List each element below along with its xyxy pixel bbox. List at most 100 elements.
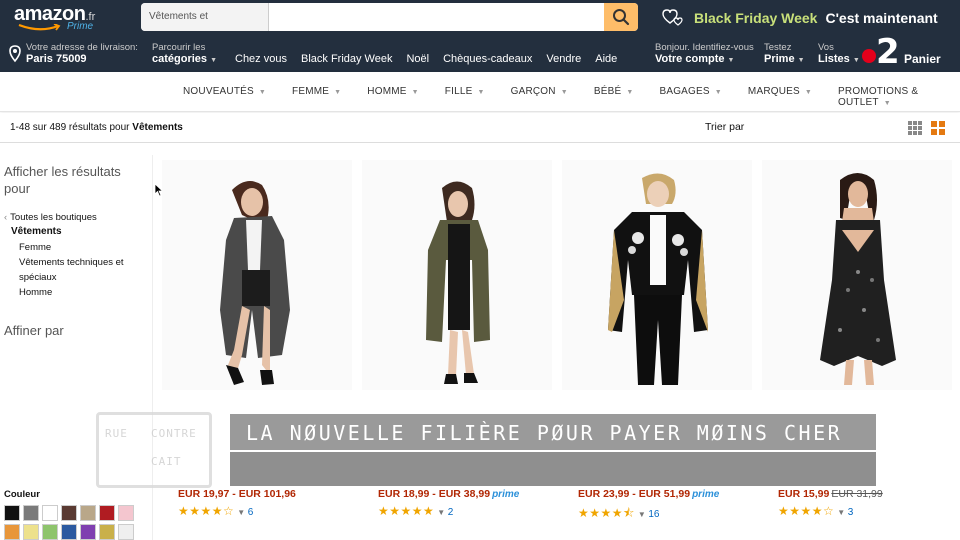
- nav-link-gift-cards[interactable]: Chèques-cadeaux: [443, 53, 532, 65]
- color-swatch[interactable]: [118, 524, 134, 540]
- amazon-logo[interactable]: amazon.fr Prime: [14, 3, 104, 33]
- cart-button[interactable]: 2 Panier: [862, 32, 952, 72]
- color-swatch[interactable]: [23, 524, 39, 540]
- search-button[interactable]: [604, 3, 638, 31]
- product-image[interactable]: [762, 160, 952, 390]
- product-price: EUR 19,97 - EUR 101,96: [178, 488, 296, 500]
- cart-label: Panier: [904, 52, 941, 66]
- refine-heading: Affiner par: [4, 323, 64, 338]
- nav-link-sell[interactable]: Vendre: [546, 53, 581, 65]
- search-bar: Vêtements et accessoires▼: [141, 3, 638, 31]
- dept-nouveautes[interactable]: NOUVEAUTÉS ▼: [183, 86, 266, 108]
- dept-marques[interactable]: MARQUES ▼: [748, 86, 812, 108]
- caret-down-icon: ▼: [837, 508, 846, 517]
- color-swatch[interactable]: [23, 505, 39, 521]
- account-menu[interactable]: Bonjour. Identifiez-vous Votre compte ▼: [655, 42, 754, 65]
- color-swatch[interactable]: [99, 524, 115, 540]
- black-friday-banner[interactable]: Black Friday Week C'est maintenant: [660, 6, 960, 30]
- search-category-dropdown[interactable]: Vêtements et accessoires▼: [141, 3, 269, 31]
- dept-promotions[interactable]: PROMOTIONS & OUTLET ▼: [838, 86, 934, 108]
- smile-arrow-icon: [18, 24, 61, 31]
- product-photo-cardigan: [220, 181, 290, 385]
- caret-down-icon: ▼: [437, 508, 446, 517]
- prime-value: Prime: [764, 53, 795, 65]
- product-photo-bomber-jacket: [608, 173, 708, 385]
- product-rating[interactable]: ★★★★★ ▼ 2: [378, 504, 453, 518]
- color-filter-label: Couleur: [4, 489, 40, 500]
- caret-down-icon: ▼: [210, 57, 218, 64]
- product-rating[interactable]: ★★★★⯪ ▼ 16: [578, 504, 659, 525]
- color-swatch[interactable]: [4, 505, 20, 521]
- dept-fille[interactable]: FILLE ▼: [445, 86, 485, 108]
- subcategory-technique[interactable]: Vêtements techniques et spéciaux: [19, 255, 129, 285]
- color-swatch[interactable]: [61, 524, 77, 540]
- prime-badge: prime: [692, 489, 720, 500]
- product-image[interactable]: [562, 160, 752, 390]
- review-count[interactable]: 16: [648, 509, 659, 520]
- nav-link-home[interactable]: Chez vous: [235, 53, 287, 65]
- color-swatch[interactable]: [80, 505, 96, 521]
- product-rating[interactable]: ★★★★☆ ▼ 3: [778, 504, 853, 518]
- review-count[interactable]: 3: [848, 507, 854, 518]
- nav-link-black-friday[interactable]: Black Friday Week: [301, 53, 393, 65]
- color-swatch[interactable]: [61, 505, 77, 521]
- subcategory-femme[interactable]: Femme: [19, 240, 129, 255]
- watermark-stamp: RUE CONTRE CAIT: [96, 412, 212, 488]
- delivery-address[interactable]: Votre adresse de livraison: Paris 75009: [8, 42, 138, 65]
- prime-menu[interactable]: Testez Prime ▼: [764, 42, 805, 65]
- product-photo-sequin-dress: [820, 173, 896, 385]
- account-label: Bonjour. Identifiez-vous: [655, 42, 754, 53]
- dept-garcon[interactable]: GARÇON ▼: [511, 86, 568, 108]
- dept-label: NOUVEAUTÉS: [183, 86, 254, 97]
- account-value: Votre compte: [655, 53, 725, 65]
- caption-text: LA NØUVELLE FILIÈRE PØUR PAYER MØINS CHE…: [246, 421, 843, 445]
- sort-dropdown[interactable]: Trier par: [705, 121, 744, 133]
- review-count[interactable]: 2: [448, 507, 454, 518]
- product-rating[interactable]: ★★★★☆ ▼ 6: [178, 504, 253, 518]
- dept-femme[interactable]: FEMME ▼: [292, 86, 341, 108]
- product-image[interactable]: [362, 160, 552, 390]
- nav-link-noel[interactable]: Noël: [406, 53, 429, 65]
- color-swatch[interactable]: [118, 505, 134, 521]
- color-swatch[interactable]: [42, 505, 58, 521]
- product-photo-knit-cardigan: [426, 181, 490, 384]
- dept-bagages[interactable]: BAGAGES ▼: [659, 86, 721, 108]
- caret-down-icon: ▼: [852, 57, 860, 64]
- dept-bebe[interactable]: BÉBÉ ▼: [594, 86, 634, 108]
- product-image[interactable]: [162, 160, 352, 390]
- color-swatch[interactable]: [42, 524, 58, 540]
- header-top: amazon.fr Prime Vêtements et accessoires…: [0, 0, 960, 36]
- color-swatch[interactable]: [80, 524, 96, 540]
- color-swatches: [4, 505, 144, 540]
- color-swatch[interactable]: [99, 505, 115, 521]
- browse-categories[interactable]: Parcourir les catégories ▼: [152, 42, 217, 65]
- search-category-label: Vêtements et accessoires: [149, 11, 208, 22]
- price-text: EUR 15,99: [778, 488, 830, 500]
- star-rating-icon: ★★★★⯪: [578, 506, 635, 520]
- all-stores-link[interactable]: ‹ Toutes les boutiques: [4, 212, 97, 223]
- nav-link-help[interactable]: Aide: [595, 53, 617, 65]
- star-rating-icon: ★★★★☆: [178, 504, 235, 518]
- search-icon: [613, 9, 630, 26]
- grid-view-icon[interactable]: [908, 121, 922, 135]
- address-value: Paris 75009: [26, 53, 87, 65]
- cart-count: 2: [876, 32, 900, 72]
- gallery-view-icon[interactable]: [931, 121, 945, 135]
- stamp-text: RUE: [105, 427, 128, 440]
- caret-down-icon: ▼: [258, 89, 267, 96]
- prime-label: Testez: [764, 42, 792, 53]
- dept-label: FEMME: [292, 86, 330, 97]
- prime-badge: prime: [492, 489, 520, 500]
- search-input[interactable]: [269, 3, 604, 31]
- price-text: EUR 18,99 - EUR 38,99: [378, 488, 491, 500]
- lists-menu[interactable]: Vos Listes ▼: [818, 42, 860, 65]
- caret-down-icon: ▼: [560, 89, 568, 96]
- subcategory-homme[interactable]: Homme: [19, 285, 129, 300]
- caret-down-icon: ▼: [334, 89, 342, 96]
- dept-homme[interactable]: HOMME ▼: [367, 86, 418, 108]
- results-query: Vêtements: [132, 122, 183, 133]
- promo-subtitle: C'est maintenant: [825, 10, 938, 26]
- color-swatch[interactable]: [4, 524, 20, 540]
- review-count[interactable]: 6: [248, 507, 254, 518]
- star-rating-icon: ★★★★☆: [778, 504, 835, 518]
